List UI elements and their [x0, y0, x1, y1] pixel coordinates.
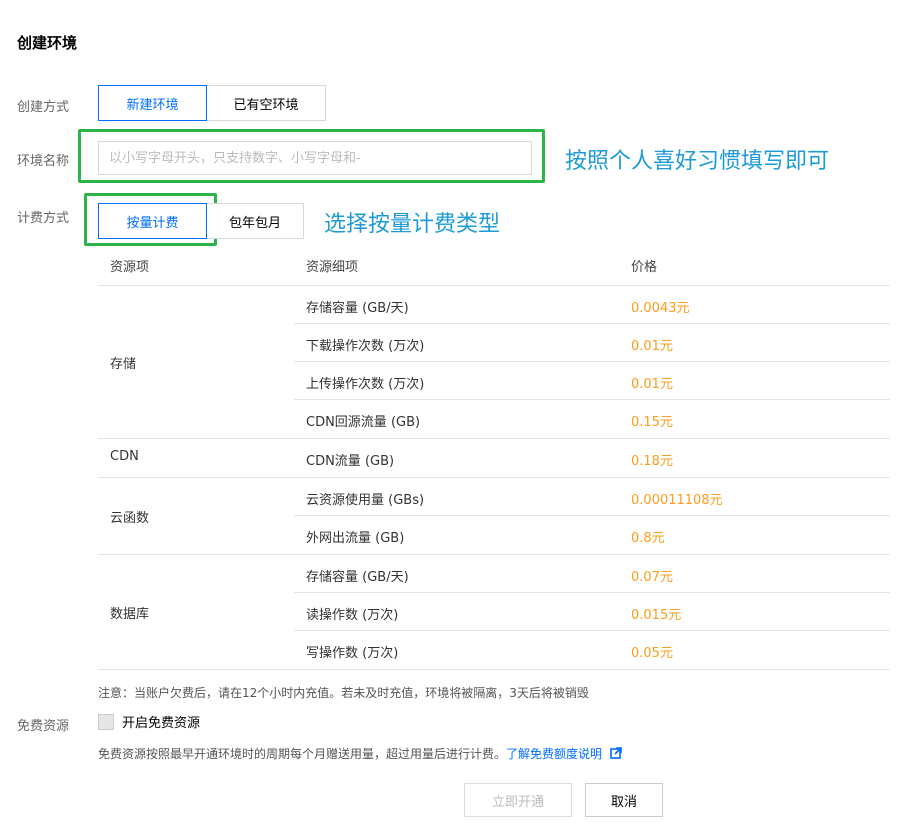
resource-price: 0.00011108元 — [631, 493, 723, 508]
table-row: 外网出流量 (GB) 0.8元 — [294, 516, 890, 554]
free-resource-label: 免费资源 — [17, 719, 70, 734]
billing-selector: 按量计费 包年包月 — [98, 203, 304, 239]
free-resource-desc-text: 免费资源按照最早开通环境时的周期每个月赠送用量，超过用量后进行计费。 — [98, 747, 507, 761]
pricing-group: 存储 存储容量 (GB/天) 0.0043元 下载操作次数 (万次) 0.01元 上传操作… — [98, 286, 890, 438]
resource-detail: 云资源使用量 (GBs) — [306, 493, 425, 508]
table-row: 下载操作次数 (万次) 0.01元 — [294, 324, 890, 362]
resource-detail: 存储容量 (GB/天) — [306, 301, 409, 316]
resource-detail: 读操作数 (万次) — [306, 608, 399, 623]
pricing-group: 云函数 云资源使用量 (GBs) 0.00011108元外网出流量 (GB) 0.8元 — [98, 478, 890, 554]
resource-detail: 存储容量 (GB/天) — [306, 570, 409, 585]
create-mode-new-button[interactable]: 新建环境 — [98, 85, 207, 121]
table-row: 上传操作次数 (万次) 0.01元 — [294, 362, 890, 400]
resource-price: 0.015元 — [631, 608, 682, 623]
create-mode-selector: 新建环境 已有空环境 — [98, 85, 326, 121]
resource-price: 0.05元 — [631, 646, 673, 661]
free-resource-checkbox-label: 开启免费资源 — [122, 716, 201, 731]
resource-price: 0.15元 — [631, 415, 673, 430]
resource-detail: 下载操作次数 (万次) — [306, 339, 425, 354]
resource-detail: CDN回源流量 (GB) — [306, 415, 421, 430]
billing-annotation: 选择按量计费类型 — [324, 212, 501, 237]
resource-detail: 写操作数 (万次) — [306, 646, 399, 661]
free-resource-checkbox[interactable] — [98, 713, 114, 730]
dialog-title: 创建环境 — [17, 34, 78, 52]
table-row: CDN流量 (GB) 0.18元 — [294, 439, 890, 477]
pricing-table: 资源项 资源细项 价格 存储 存储容量 (GB/天) 0.0043元 下载操作次数 (… — [98, 245, 890, 670]
billing-label: 计费方式 — [17, 211, 70, 226]
table-row: 云资源使用量 (GBs) 0.00011108元 — [294, 478, 890, 516]
submit-button[interactable]: 立即开通 — [464, 783, 572, 817]
resource-price: 0.01元 — [631, 377, 673, 392]
external-link-icon[interactable] — [610, 747, 622, 759]
resource-group-name: 数据库 — [110, 607, 150, 622]
free-quota-link[interactable]: 了解免费额度说明 — [506, 747, 602, 761]
resource-detail: 外网出流量 (GB) — [306, 531, 405, 546]
pricing-group: 数据库 存储容量 (GB/天) 0.07元读操作数 (万次) 0.015元写操作数 (… — [98, 555, 890, 669]
table-row: 存储容量 (GB/天) 0.07元 — [294, 555, 890, 593]
resource-price: 0.0043元 — [631, 301, 690, 316]
table-row: 写操作数 (万次) 0.05元 — [294, 631, 890, 669]
env-name-input[interactable] — [98, 141, 532, 175]
table-row: 存储容量 (GB/天) 0.0043元 — [294, 286, 890, 324]
env-name-label: 环境名称 — [17, 154, 70, 169]
create-mode-label: 创建方式 — [17, 100, 70, 115]
free-resource-toggle[interactable]: 开启免费资源 — [98, 712, 200, 731]
header-detail: 资源细项 — [306, 260, 359, 275]
pricing-group: CDN CDN流量 (GB) 0.18元 — [98, 439, 890, 477]
resource-group-name: 云函数 — [110, 511, 150, 526]
arrears-notice: 注意：当账户欠费后，请在12个小时内充值。若未及时充值，环境将被隔离，3天后将被… — [98, 686, 589, 700]
resource-price: 0.18元 — [631, 454, 673, 469]
pricing-header: 资源项 资源细项 价格 — [98, 245, 890, 285]
resource-price: 0.8元 — [631, 531, 665, 546]
create-mode-existing-button[interactable]: 已有空环境 — [207, 85, 326, 121]
cancel-button[interactable]: 取消 — [585, 783, 663, 817]
header-price: 价格 — [631, 260, 658, 275]
billing-monthly-button[interactable]: 包年包月 — [207, 203, 304, 239]
name-annotation: 按照个人喜好习惯填写即可 — [565, 149, 830, 174]
billing-pay-as-you-go-button[interactable]: 按量计费 — [98, 203, 207, 239]
header-resource: 资源项 — [110, 260, 150, 275]
resource-detail: 上传操作次数 (万次) — [306, 377, 425, 392]
resource-group-name: 存储 — [110, 357, 137, 372]
resource-price: 0.01元 — [631, 339, 673, 354]
resource-group-name: CDN — [110, 449, 139, 464]
resource-detail: CDN流量 (GB) — [306, 454, 395, 469]
group-divider — [98, 669, 890, 670]
table-row: CDN回源流量 (GB) 0.15元 — [294, 400, 890, 438]
table-row: 读操作数 (万次) 0.015元 — [294, 593, 890, 631]
resource-price: 0.07元 — [631, 570, 673, 585]
free-resource-description: 免费资源按照最早开通环境时的周期每个月赠送用量，超过用量后进行计费。了解免费额度… — [98, 745, 622, 762]
pricing-body: 存储 存储容量 (GB/天) 0.0043元 下载操作次数 (万次) 0.01元 上传操作… — [98, 286, 890, 670]
